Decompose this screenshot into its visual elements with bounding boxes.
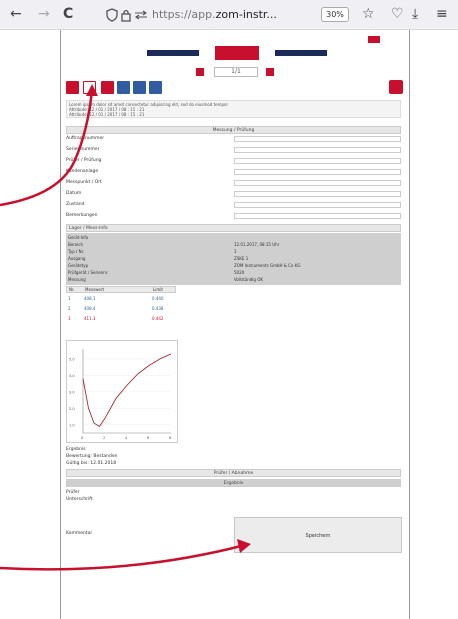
annotation-arrowhead	[237, 539, 251, 553]
annotation-arrowhead	[86, 84, 98, 96]
annotation-arrow-curve	[0, 543, 246, 571]
annotation-arrow-curve	[0, 89, 94, 207]
annotation-overlay	[0, 84, 251, 571]
